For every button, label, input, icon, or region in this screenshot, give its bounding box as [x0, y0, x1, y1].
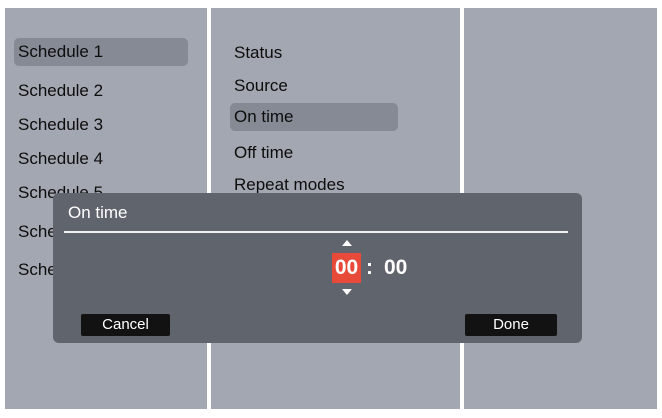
done-button[interactable]: Done [465, 314, 557, 336]
on-time-dialog: On time 00 : 00 Cancel Done [53, 193, 582, 343]
schedule-item-1[interactable]: Schedule 1 [14, 38, 188, 66]
setting-source[interactable]: Source [234, 72, 288, 100]
setting-status[interactable]: Status [234, 39, 282, 67]
schedule-item-4[interactable]: Schedule 4 [18, 145, 103, 173]
dialog-divider [64, 231, 568, 233]
increment-arrow-icon[interactable] [342, 240, 352, 246]
setting-on-time[interactable]: On time [230, 103, 398, 131]
time-separator: : [366, 256, 373, 279]
decrement-arrow-icon[interactable] [342, 289, 352, 295]
hours-field[interactable]: 00 [332, 253, 361, 283]
schedule-item-3[interactable]: Schedule 3 [18, 111, 103, 139]
schedule-item-2[interactable]: Schedule 2 [18, 77, 103, 105]
dialog-title: On time [68, 203, 128, 222]
minutes-field[interactable]: 00 [384, 253, 407, 283]
cancel-button[interactable]: Cancel [81, 314, 170, 336]
setting-off-time[interactable]: Off time [234, 139, 293, 167]
